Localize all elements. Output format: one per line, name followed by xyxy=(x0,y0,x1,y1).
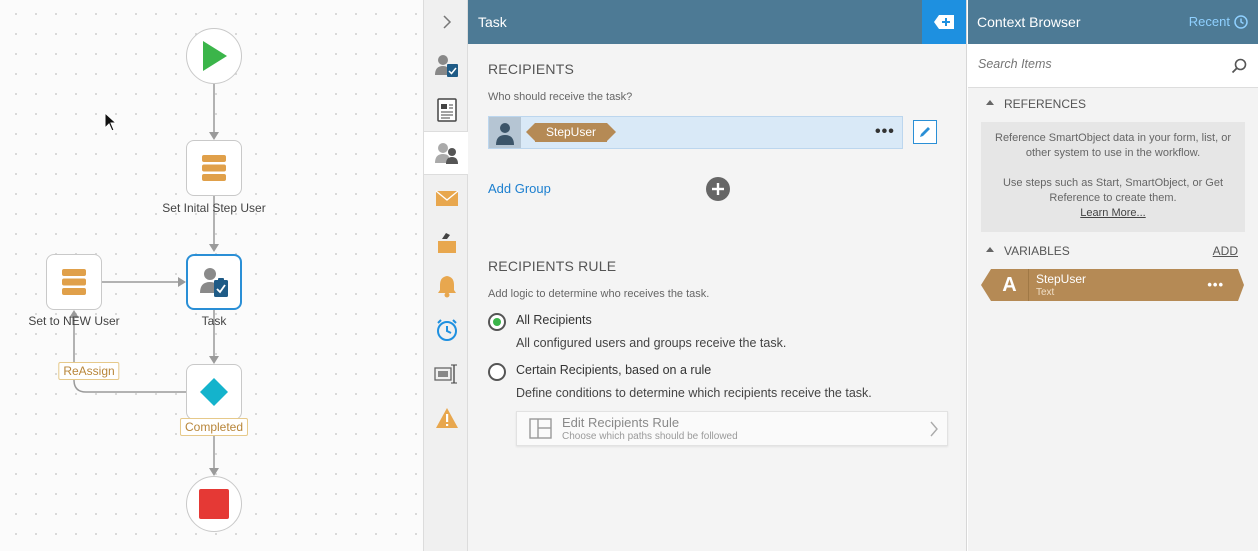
workflow-canvas[interactable]: Set Inital Step User Set to NEW User Tas… xyxy=(0,0,423,551)
text-type-icon: A xyxy=(991,269,1029,301)
user-avatar-icon xyxy=(489,117,521,148)
references-title: REFERENCES xyxy=(1004,97,1087,111)
variables-title: VARIABLES xyxy=(1004,244,1070,258)
add-variable-link[interactable]: ADD xyxy=(1213,244,1238,258)
recipients-title: RECIPIENTS xyxy=(488,61,575,77)
recipient-chip[interactable]: StepUser xyxy=(525,123,617,142)
add-recipient-button[interactable] xyxy=(706,177,730,201)
text-field-icon xyxy=(433,364,457,384)
certain-recipients-label: Certain Recipients, based on a rule xyxy=(516,363,712,377)
all-recipients-description: All configured users and groups receive … xyxy=(516,336,787,350)
references-text-2: Use steps such as Start, SmartObject, or… xyxy=(1002,177,1224,204)
bell-icon xyxy=(437,276,456,298)
pencil-icon xyxy=(920,127,930,137)
task-node[interactable] xyxy=(186,254,242,310)
variable-type: Text xyxy=(1036,287,1055,298)
set-initial-step-user-label: Set Inital Step User xyxy=(162,201,266,215)
data-stack-icon xyxy=(202,155,226,181)
recent-button[interactable]: Recent xyxy=(1189,14,1248,29)
form-document-icon xyxy=(436,98,457,122)
start-node[interactable] xyxy=(186,28,242,84)
context-browser-panel: Context Browser Recent REFERENCES Refere… xyxy=(968,0,1258,551)
actions-icon xyxy=(437,233,456,253)
recipients-rule-subtitle: Add logic to determine who receives the … xyxy=(488,288,710,300)
all-recipients-radio[interactable] xyxy=(488,313,506,331)
context-browser-toggle-button[interactable] xyxy=(922,0,966,44)
mouse-cursor-icon xyxy=(104,112,118,132)
context-add-icon xyxy=(934,15,954,29)
recipients-icon xyxy=(434,143,458,164)
decision-node[interactable] xyxy=(186,364,242,420)
set-initial-step-user-node[interactable] xyxy=(186,140,242,196)
recipients-subtitle: Who should receive the task? xyxy=(488,91,633,103)
tool-form[interactable] xyxy=(424,88,469,132)
diamond-icon xyxy=(200,378,228,406)
certain-recipients-description: Define conditions to determine which rec… xyxy=(516,386,872,400)
edit-recipients-rule-button[interactable]: Edit Recipients Rule Choose which paths … xyxy=(516,411,948,446)
edit-recipient-button[interactable] xyxy=(913,120,937,144)
set-new-user-label: Set to NEW User xyxy=(28,314,120,328)
warning-icon xyxy=(435,408,458,428)
clock-icon xyxy=(1234,14,1248,29)
property-toolstrip xyxy=(423,0,469,551)
references-info-box: Reference SmartObject data in your form,… xyxy=(981,122,1245,232)
tool-user-task[interactable] xyxy=(424,44,469,88)
recipients-rule-title: RECIPIENTS RULE xyxy=(488,258,617,274)
edit-rule-subtitle: Choose which paths should be followed xyxy=(562,431,738,442)
data-stack-icon xyxy=(62,269,86,295)
all-recipients-label: All Recipients xyxy=(516,313,592,327)
tool-actions[interactable] xyxy=(424,220,469,264)
task-panel-title: Task xyxy=(478,14,507,30)
references-section-header[interactable]: REFERENCES xyxy=(986,97,1087,111)
tool-escalations[interactable] xyxy=(424,308,469,352)
recipient-more-button[interactable]: ••• xyxy=(875,124,895,140)
certain-recipients-radio[interactable] xyxy=(488,363,506,381)
search-icon[interactable] xyxy=(1231,58,1247,74)
end-node[interactable] xyxy=(186,476,242,532)
task-panel-header: Task xyxy=(468,0,966,44)
collapse-button[interactable] xyxy=(424,0,469,44)
variable-item[interactable]: A StepUser Text ••• xyxy=(981,269,1244,301)
tool-email[interactable] xyxy=(424,176,469,220)
context-browser-header: Context Browser Recent xyxy=(968,0,1258,44)
chevron-right-icon xyxy=(930,421,938,437)
task-properties-panel: Task RECIPIENTS Who should receive the t… xyxy=(468,0,967,551)
variable-more-button[interactable]: ••• xyxy=(1207,278,1224,291)
chevron-right-icon xyxy=(442,15,451,29)
recipient-row[interactable]: StepUser ••• xyxy=(488,116,903,149)
search-bar xyxy=(968,44,1258,88)
reassign-tag[interactable]: ReAssign xyxy=(58,362,120,380)
learn-more-link[interactable]: Learn More... xyxy=(991,206,1235,221)
tool-notifications[interactable] xyxy=(424,264,469,308)
edit-rule-title: Edit Recipients Rule xyxy=(562,415,680,430)
recent-label: Recent xyxy=(1188,14,1230,29)
set-new-user-node[interactable] xyxy=(46,254,102,310)
user-task-icon xyxy=(200,268,228,297)
references-text-1: Reference SmartObject data in your form,… xyxy=(995,132,1231,159)
tool-recipients[interactable] xyxy=(424,131,469,175)
rule-layout-icon xyxy=(529,418,552,439)
stop-icon xyxy=(199,489,229,519)
timer-icon xyxy=(436,319,457,341)
add-group-link[interactable]: Add Group xyxy=(488,181,551,196)
search-input[interactable] xyxy=(978,57,1218,71)
completed-tag[interactable]: Completed xyxy=(179,418,249,436)
play-icon xyxy=(203,41,227,71)
envelope-icon xyxy=(435,190,458,206)
tool-properties[interactable] xyxy=(424,352,469,396)
variables-section-header[interactable]: VARIABLES xyxy=(986,244,1070,258)
collapse-caret-icon xyxy=(986,100,994,105)
task-node-label: Task xyxy=(201,314,227,328)
collapse-caret-icon xyxy=(986,247,994,252)
context-browser-title: Context Browser xyxy=(977,14,1081,30)
variable-name: StepUser xyxy=(1036,272,1087,286)
plus-icon xyxy=(712,183,724,195)
user-task-icon xyxy=(434,55,458,77)
tool-errors[interactable] xyxy=(424,396,469,440)
